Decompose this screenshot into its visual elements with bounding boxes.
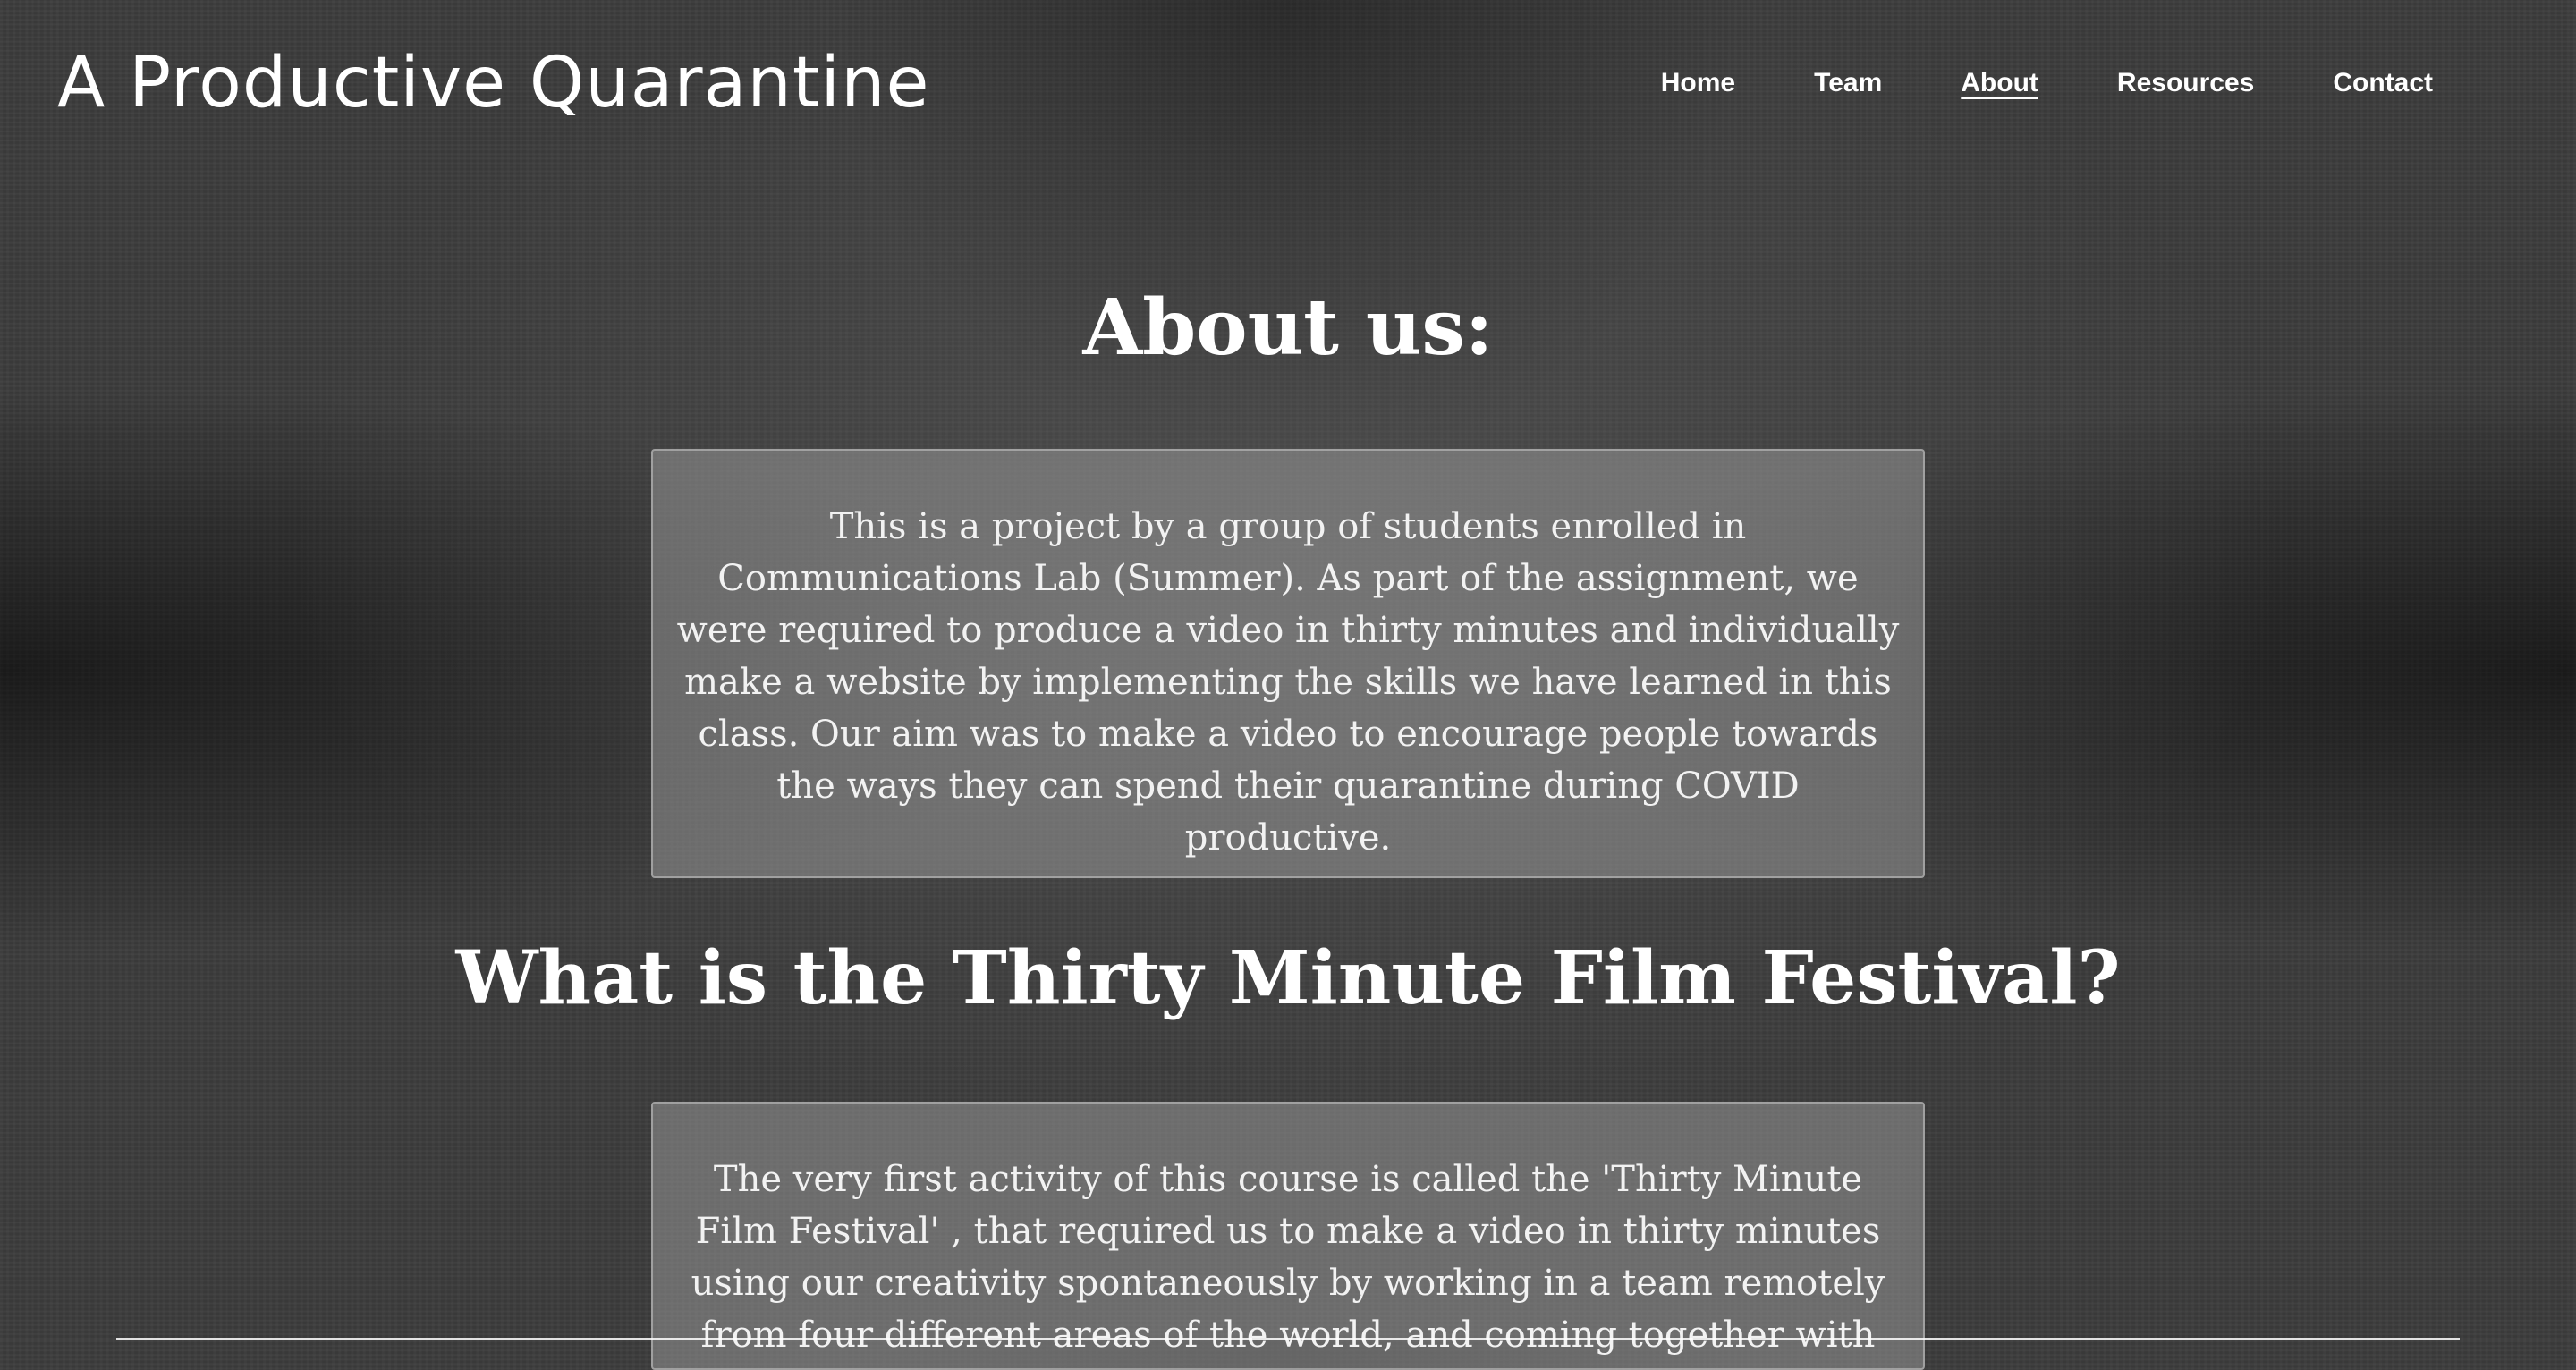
about-heading: About us: (1082, 283, 1494, 373)
nav-about[interactable]: About (1961, 68, 2038, 98)
nav-home[interactable]: Home (1661, 68, 1735, 98)
nav-team[interactable]: Team (1814, 68, 1882, 98)
nav-resources[interactable]: Resources (2117, 68, 2254, 98)
about-text-box: This is a project by a group of students… (651, 449, 1925, 878)
nav-contact[interactable]: Contact (2333, 68, 2433, 98)
main-nav: Home Team About Resources Contact (1661, 68, 2433, 98)
festival-text-box: The very first activity of this course i… (651, 1102, 1925, 1370)
festival-heading: What is the Thirty Minute Film Festival? (455, 935, 2121, 1021)
site-title[interactable]: A Productive Quarantine (57, 43, 930, 123)
about-text: This is a project by a group of students… (676, 506, 1900, 858)
site-header: A Productive Quarantine Home Team About … (0, 0, 2576, 179)
